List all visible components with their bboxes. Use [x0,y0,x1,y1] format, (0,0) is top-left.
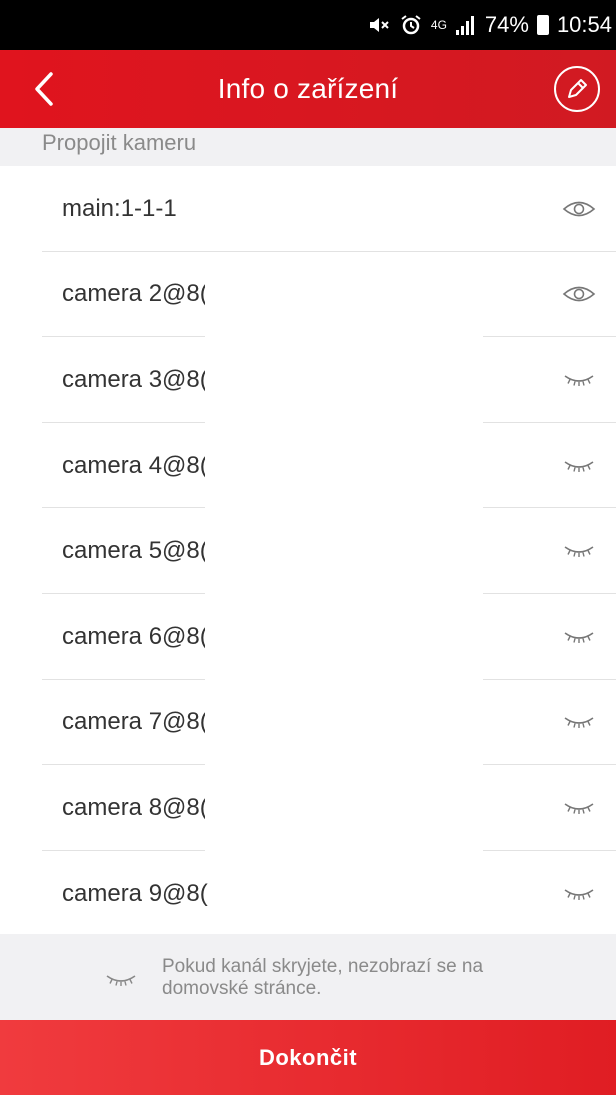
eye-open-icon[interactable] [562,192,596,226]
app-bar: Info o zařízení [0,50,616,128]
camera-row[interactable]: main:1-1-1 [0,166,616,252]
battery-icon [536,15,549,35]
status-bar: 4G 74% 10:54 [0,0,616,50]
pencil-icon [568,79,587,98]
chevron-left-icon [35,72,53,106]
hint-text: Pokud kanál skryjete, nezobrazí se na do… [162,956,484,999]
eye-closed-icon[interactable] [562,791,596,825]
alarm-icon [399,11,423,39]
edit-button[interactable] [554,66,600,112]
hint-banner: Pokud kanál skryjete, nezobrazí se na do… [0,934,616,1020]
eye-closed-icon[interactable] [562,449,596,483]
eye-open-icon[interactable] [562,277,596,311]
back-button[interactable] [22,64,66,114]
finish-button[interactable]: Dokončit [0,1020,616,1095]
eye-closed-icon[interactable] [562,363,596,397]
camera-name: camera 5@8( [62,537,208,565]
battery-percent: 74% [484,12,529,37]
4g-icon: 4G [430,18,447,32]
mute-icon [367,11,391,39]
camera-name: camera 3@8( [62,365,208,393]
camera-name: main:1-1-1 [62,194,177,222]
camera-name: camera 4@8( [62,451,208,479]
section-header: Propojit kameru [0,128,616,166]
eye-closed-icon[interactable] [562,877,596,911]
eye-closed-icon[interactable] [562,620,596,654]
eye-closed-icon [104,970,138,990]
camera-name: camera 9@8( [62,879,208,907]
eye-closed-icon[interactable] [562,534,596,568]
signal-icon [455,11,477,39]
camera-name: camera 6@8( [62,622,208,650]
redaction-mask [205,254,483,854]
camera-name: camera 2@8( [62,280,208,308]
finish-button-label: Dokončit [258,1044,358,1070]
eye-closed-icon[interactable] [562,705,596,739]
camera-name: camera 7@8( [62,708,208,736]
camera-name: camera 8@8( [62,793,208,821]
clock: 10:54 [556,12,612,37]
section-label: Propojit kameru [42,130,197,155]
page-title: Info o zařízení [217,73,399,104]
camera-row[interactable]: camera 9@8( [0,851,616,937]
